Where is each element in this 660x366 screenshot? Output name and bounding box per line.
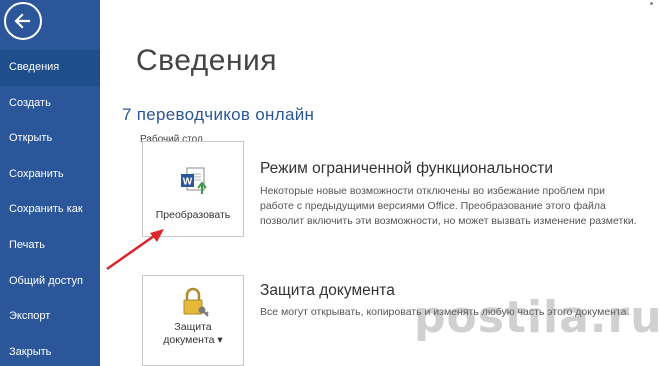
- nav-item-share[interactable]: Общий доступ: [0, 264, 100, 300]
- lock-key-icon: [183, 287, 209, 317]
- protect-button-label-line1: Защита: [174, 321, 212, 333]
- backstage-nav: Сведения Создать Открыть Сохранить Сохра…: [0, 50, 100, 366]
- nav-item-open[interactable]: Открыть: [0, 121, 100, 157]
- window-corner-dot: [650, 2, 653, 5]
- compat-mode-description: Некоторые новые возможности отключены во…: [260, 185, 637, 227]
- svg-text:W: W: [183, 177, 193, 188]
- watermark: postila.ru: [414, 292, 660, 343]
- back-arrow-icon: [14, 13, 31, 29]
- nav-item-save-as[interactable]: Сохранить как: [0, 192, 100, 228]
- word-convert-icon: W: [181, 167, 207, 194]
- convert-button-label: Преобразовать: [155, 209, 231, 221]
- nav-item-print[interactable]: Печать: [0, 228, 100, 264]
- nav-item-new[interactable]: Создать: [0, 86, 100, 122]
- backstage-sidebar: Сведения Создать Открыть Сохранить Сохра…: [0, 0, 100, 366]
- nav-item-export[interactable]: Экспорт: [0, 299, 100, 335]
- document-title: 7 переводчиков онлайн: [122, 105, 315, 124]
- nav-item-close[interactable]: Закрыть: [0, 335, 100, 366]
- nav-item-save[interactable]: Сохранить: [0, 157, 100, 193]
- convert-button[interactable]: W Преобразовать: [142, 141, 244, 237]
- back-button[interactable]: [4, 2, 42, 40]
- page-title: Сведения: [136, 44, 278, 77]
- protect-document-button[interactable]: Защита документа ▾: [142, 275, 244, 366]
- compat-mode-heading: Режим ограниченной функциональности: [260, 160, 554, 177]
- protect-button-label-line2: документа ▾: [163, 334, 223, 346]
- protect-document-heading: Защита документа: [260, 282, 395, 299]
- nav-item-info[interactable]: Сведения: [0, 50, 100, 86]
